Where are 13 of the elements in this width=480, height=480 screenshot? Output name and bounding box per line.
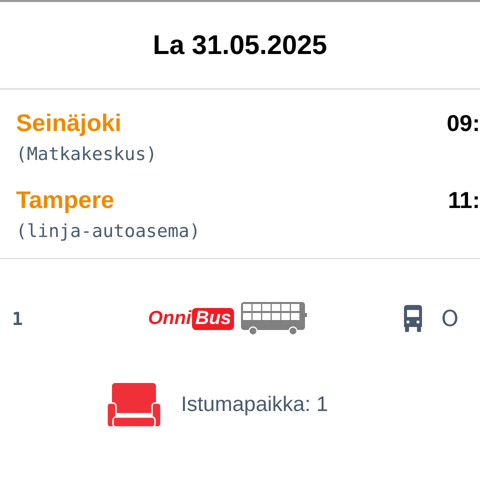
seat-label: Istumapaikka: 1	[181, 393, 328, 417]
stop-station: (Matkakeskus)	[16, 144, 158, 165]
vehicle-type-text: O	[441, 306, 459, 332]
stop-city: Tampere	[16, 187, 114, 215]
vehicle-number: 1	[12, 308, 24, 330]
departure-time: 09:	[446, 110, 480, 137]
stop-station: (linja-autoasema)	[16, 221, 202, 242]
double-decker-bus-icon	[241, 302, 308, 336]
departure-time: 11:	[448, 187, 480, 214]
date-heading: La 31.05.2025	[152, 30, 328, 60]
armchair-icon	[107, 383, 161, 427]
stop-city: Seinäjoki	[16, 110, 122, 138]
operator-logo: Onni Bus	[148, 308, 234, 330]
